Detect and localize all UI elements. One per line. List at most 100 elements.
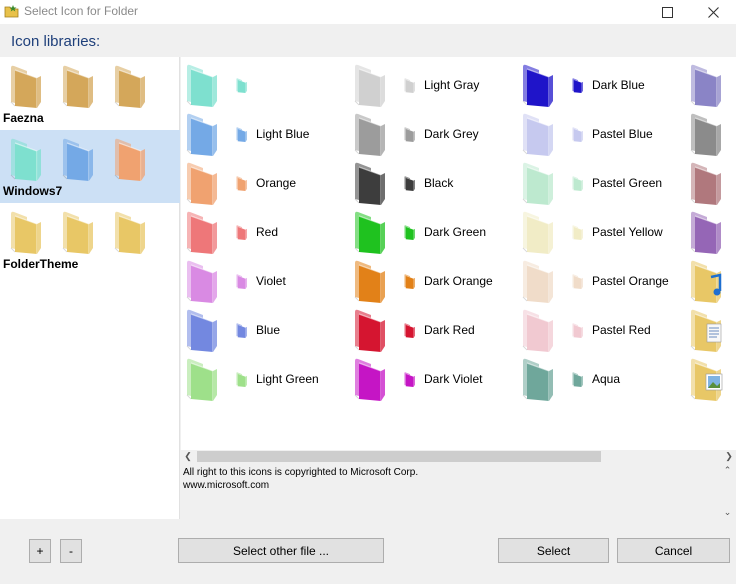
- maximize-button[interactable]: [644, 0, 690, 24]
- folder-icon: [354, 358, 385, 401]
- icon-cell[interactable]: Dark Violet: [351, 355, 519, 404]
- icon-label: Pastel Yellow: [592, 225, 663, 239]
- window-title: Select Icon for Folder: [24, 4, 139, 18]
- icon-cell[interactable]: [183, 61, 351, 110]
- close-icon: [707, 6, 719, 18]
- folder-icon: [186, 260, 217, 303]
- folder-icon: [690, 162, 721, 205]
- icon-cell[interactable]: Violet: [183, 257, 351, 306]
- folder-small-icon: [236, 372, 247, 387]
- folder-small-icon: [572, 127, 583, 142]
- scroll-thumb[interactable]: [197, 451, 601, 462]
- icon-cell[interactable]: [687, 61, 736, 110]
- icon-label: Pastel Red: [592, 323, 651, 337]
- icon-cell[interactable]: [687, 208, 736, 257]
- horizontal-scrollbar[interactable]: ❮ ❯: [181, 450, 736, 463]
- folder-small-icon: [236, 225, 247, 240]
- vertical-scrollbar[interactable]: ⌃ ⌄: [719, 463, 736, 519]
- remove-library-button[interactable]: -: [60, 539, 82, 563]
- icon-label: Pastel Blue: [592, 127, 653, 141]
- icon-libraries-label: Icon libraries:: [11, 33, 101, 50]
- icon-cell[interactable]: Aqua: [519, 355, 687, 404]
- folder-small-icon: [236, 176, 247, 191]
- icon-cell[interactable]: Dark Green: [351, 208, 519, 257]
- folder-star-icon: [4, 5, 19, 18]
- icon-label: Dark Grey: [424, 127, 479, 141]
- folder-icon: [690, 211, 721, 254]
- icon-cell[interactable]: Dark Blue: [519, 61, 687, 110]
- icon-label: Dark Violet: [424, 372, 483, 386]
- icon-cell[interactable]: Dark Orange: [351, 257, 519, 306]
- folder-icon: [186, 64, 217, 107]
- icon-cell[interactable]: Pastel Green: [519, 159, 687, 208]
- library-name: Windows7: [3, 184, 63, 198]
- folder-small-icon: [572, 176, 583, 191]
- icon-label: Violet: [256, 274, 286, 288]
- folder-small-icon: [404, 225, 415, 240]
- folder-icon: [186, 211, 217, 254]
- icon-label: Light Gray: [424, 78, 480, 92]
- icon-cell[interactable]: Black: [351, 159, 519, 208]
- folder-small-icon: [404, 372, 415, 387]
- icon-grid[interactable]: Light Blue Orange Red Violet Blue Light Green…: [181, 57, 736, 450]
- scroll-up-icon[interactable]: ⌃: [719, 463, 736, 477]
- add-library-button[interactable]: +: [29, 539, 51, 563]
- library-list[interactable]: Faezna Windows7 FolderTheme: [0, 57, 180, 519]
- icon-cell[interactable]: Dark Red: [351, 306, 519, 355]
- folder-icon: [354, 64, 385, 107]
- icon-cell[interactable]: Red: [183, 208, 351, 257]
- icon-cell[interactable]: Dark Grey: [351, 110, 519, 159]
- folder-icon: [522, 162, 553, 205]
- icon-cell[interactable]: [687, 355, 736, 404]
- folder-small-icon: [236, 78, 247, 93]
- folder-small-icon: [572, 225, 583, 240]
- folder-small-icon: [404, 176, 415, 191]
- icon-label: Aqua: [592, 372, 621, 386]
- folder-icon: [354, 260, 385, 303]
- title-bar: Select Icon for Folder: [0, 0, 736, 24]
- icon-cell[interactable]: [687, 257, 736, 306]
- folder-small-icon: [572, 372, 583, 387]
- folder-icon: [354, 162, 385, 205]
- folder-small-icon: [404, 78, 415, 93]
- icon-label: Light Blue: [256, 127, 310, 141]
- icon-cell[interactable]: Pastel Orange: [519, 257, 687, 306]
- scroll-left-icon[interactable]: ❮: [181, 450, 195, 463]
- close-button[interactable]: [690, 0, 736, 24]
- cancel-button[interactable]: Cancel: [617, 538, 730, 563]
- icon-cell[interactable]: Orange: [183, 159, 351, 208]
- library-faezna[interactable]: Faezna: [0, 57, 180, 130]
- copyright-box: All right to this icons is copyrighted t…: [181, 463, 736, 519]
- picture-icon: [690, 358, 723, 401]
- folder-document-icon: [114, 65, 145, 108]
- folder-paint-icon: [10, 211, 41, 254]
- folder-blue-icon: [62, 138, 93, 181]
- icon-cell[interactable]: [687, 110, 736, 159]
- library-windows7[interactable]: Windows7: [0, 130, 180, 203]
- select-button[interactable]: Select: [498, 538, 609, 563]
- icon-cell[interactable]: [687, 306, 736, 355]
- folder-tan-icon: [62, 65, 93, 108]
- folder-small-icon: [236, 127, 247, 142]
- select-other-file-button[interactable]: Select other file ...: [178, 538, 384, 563]
- icon-cell[interactable]: [687, 159, 736, 208]
- icon-cell[interactable]: Pastel Red: [519, 306, 687, 355]
- icon-cell[interactable]: Light Blue: [183, 110, 351, 159]
- icon-cell[interactable]: Pastel Yellow: [519, 208, 687, 257]
- folder-icon: [186, 358, 217, 401]
- libraries-header: Icon libraries:: [0, 24, 736, 56]
- icon-cell[interactable]: Pastel Blue: [519, 110, 687, 159]
- icon-cell[interactable]: Light Green: [183, 355, 351, 404]
- scroll-down-icon[interactable]: ⌄: [719, 505, 736, 519]
- folder-icon: [690, 64, 721, 107]
- folder-tan-icon: [10, 65, 41, 108]
- folder-small-icon: [236, 323, 247, 338]
- icon-label: Black: [424, 176, 454, 190]
- icon-label: Orange: [256, 176, 297, 190]
- icon-label: Blue: [256, 323, 281, 337]
- icon-cell[interactable]: Light Gray: [351, 61, 519, 110]
- icon-label: Red: [256, 225, 279, 239]
- library-foldertheme[interactable]: FolderTheme: [0, 203, 180, 276]
- icon-cell[interactable]: Blue: [183, 306, 351, 355]
- scroll-right-icon[interactable]: ❯: [722, 450, 736, 463]
